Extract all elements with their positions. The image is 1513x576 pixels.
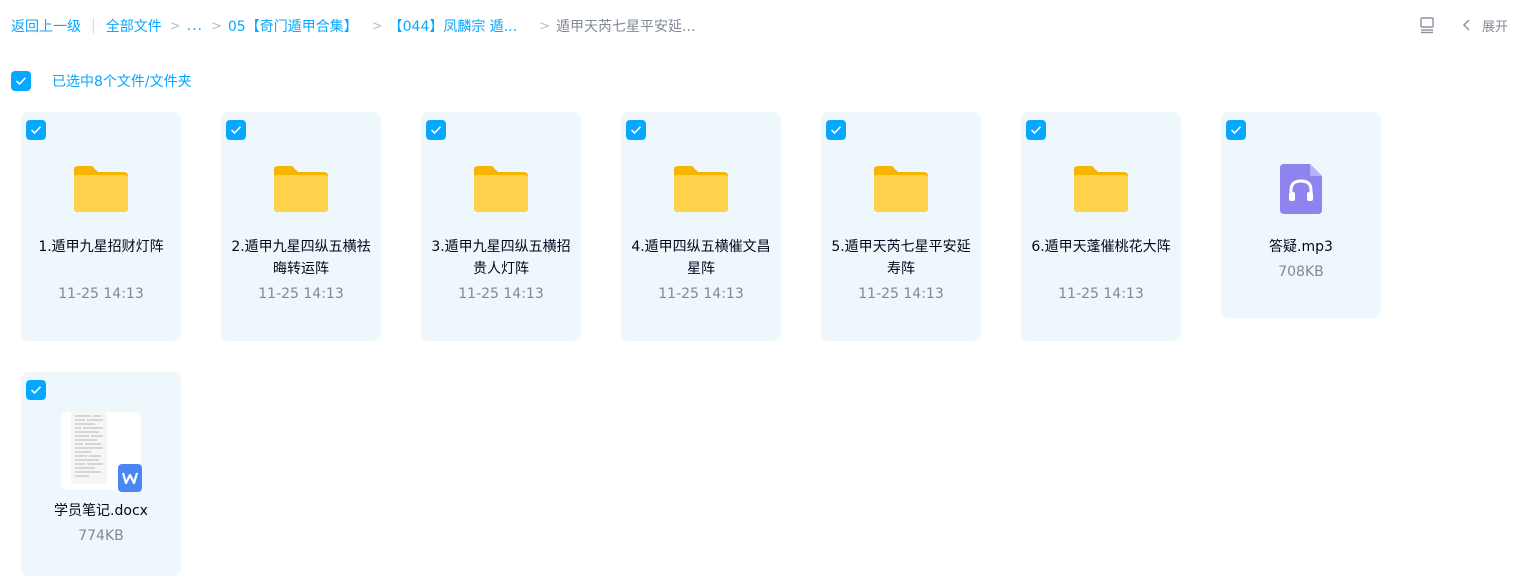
chevron-left-icon[interactable]	[1460, 18, 1474, 32]
file-name: 答疑.mp3	[1269, 239, 1333, 255]
file-name: 学员笔记.docx	[54, 503, 148, 519]
folder-icon	[674, 166, 728, 212]
file-card[interactable]: 3.遁甲九星四纵五横招贵人灯阵 11-25 14:13	[421, 112, 581, 341]
breadcrumb-all-files[interactable]: 全部文件	[106, 16, 162, 36]
breadcrumb-level2[interactable]: 【044】凤麟宗 遁...	[389, 16, 518, 36]
select-all-checkbox[interactable]	[11, 71, 31, 91]
word-w-icon	[122, 472, 138, 485]
breadcrumb: 返回上一级 | 全部文件 > ... > 05【奇门遁甲合集】 > 【044】凤…	[11, 16, 695, 36]
file-name: 3.遁甲九星四纵五横招贵人灯阵	[431, 239, 571, 277]
folder-icon	[874, 166, 928, 212]
file-checkbox[interactable]	[626, 120, 646, 140]
file-date: 11-25 14:13	[658, 286, 744, 302]
file-date: 11-25 14:13	[1058, 286, 1144, 302]
file-name: 2.遁甲九星四纵五横祛晦转运阵	[231, 239, 371, 277]
folder-icon	[274, 166, 328, 212]
breadcrumb-current: 遁甲天芮七星平安延...	[556, 19, 696, 35]
selection-row: 已选中8个文件/文件夹	[11, 70, 192, 92]
check-icon	[230, 126, 242, 135]
file-name: 6.遁甲天蓬催桃花大阵	[1031, 239, 1171, 255]
file-date: 11-25 14:13	[58, 286, 144, 302]
file-name: 5.遁甲天芮七星平安延寿阵	[831, 239, 971, 277]
file-card[interactable]: 5.遁甲天芮七星平安延寿阵 11-25 14:13	[821, 112, 981, 341]
check-icon	[630, 126, 642, 135]
folder-icon	[74, 166, 128, 212]
folder-icon	[474, 166, 528, 212]
check-icon	[15, 77, 27, 86]
breadcrumb-ellipsis[interactable]: ...	[187, 18, 203, 34]
check-icon	[30, 386, 42, 395]
check-icon	[1030, 126, 1042, 135]
breadcrumb-separator-icon: >	[210, 18, 222, 34]
file-checkbox[interactable]	[1226, 120, 1246, 140]
breadcrumb-separator-icon: >	[169, 18, 181, 34]
file-name: 4.遁甲四纵五横催文昌星阵	[631, 239, 771, 277]
selection-count: 已选中8个文件/文件夹	[52, 74, 192, 90]
file-size: 708KB	[1278, 264, 1324, 280]
file-card[interactable]: 1.遁甲九星招财灯阵 11-25 14:13	[21, 112, 181, 341]
file-card[interactable]: 答疑.mp3 708KB	[1221, 112, 1381, 318]
file-checkbox[interactable]	[26, 380, 46, 400]
audio-file-icon	[1280, 164, 1322, 214]
file-checkbox[interactable]	[826, 120, 846, 140]
check-icon	[830, 126, 842, 135]
file-card[interactable]: 2.遁甲九星四纵五横祛晦转运阵 11-25 14:13	[221, 112, 381, 341]
breadcrumb-separator-icon: >	[371, 18, 383, 34]
list-view-icon[interactable]	[1418, 16, 1436, 34]
file-card[interactable]: 学员笔记.docx 774KB	[21, 372, 181, 576]
breadcrumb-divider: |	[91, 18, 96, 34]
file-date: 11-25 14:13	[858, 286, 944, 302]
breadcrumb-separator-icon: >	[539, 18, 551, 34]
folder-icon	[1074, 166, 1128, 212]
file-card[interactable]: 6.遁甲天蓬催桃花大阵 11-25 14:13	[1021, 112, 1181, 341]
file-checkbox[interactable]	[26, 120, 46, 140]
file-date: 11-25 14:13	[458, 286, 544, 302]
file-checkbox[interactable]	[226, 120, 246, 140]
toolbar: 展开	[1418, 15, 1508, 35]
check-icon	[30, 126, 42, 135]
top-bar: 返回上一级 | 全部文件 > ... > 05【奇门遁甲合集】 > 【044】凤…	[0, 0, 1513, 50]
file-size: 774KB	[78, 528, 124, 544]
file-checkbox[interactable]	[1026, 120, 1046, 140]
breadcrumb-level1[interactable]: 05【奇门遁甲合集】	[228, 16, 358, 36]
back-link[interactable]: 返回上一级	[11, 16, 81, 36]
file-checkbox[interactable]	[426, 120, 446, 140]
check-icon	[430, 126, 442, 135]
file-name: 1.遁甲九星招财灯阵	[38, 239, 164, 255]
word-doc-icon	[118, 464, 142, 492]
file-card[interactable]: 4.遁甲四纵五横催文昌星阵 11-25 14:13	[621, 112, 781, 341]
expand-button[interactable]: 展开	[1482, 16, 1508, 35]
file-date: 11-25 14:13	[258, 286, 344, 302]
check-icon	[1230, 126, 1242, 135]
